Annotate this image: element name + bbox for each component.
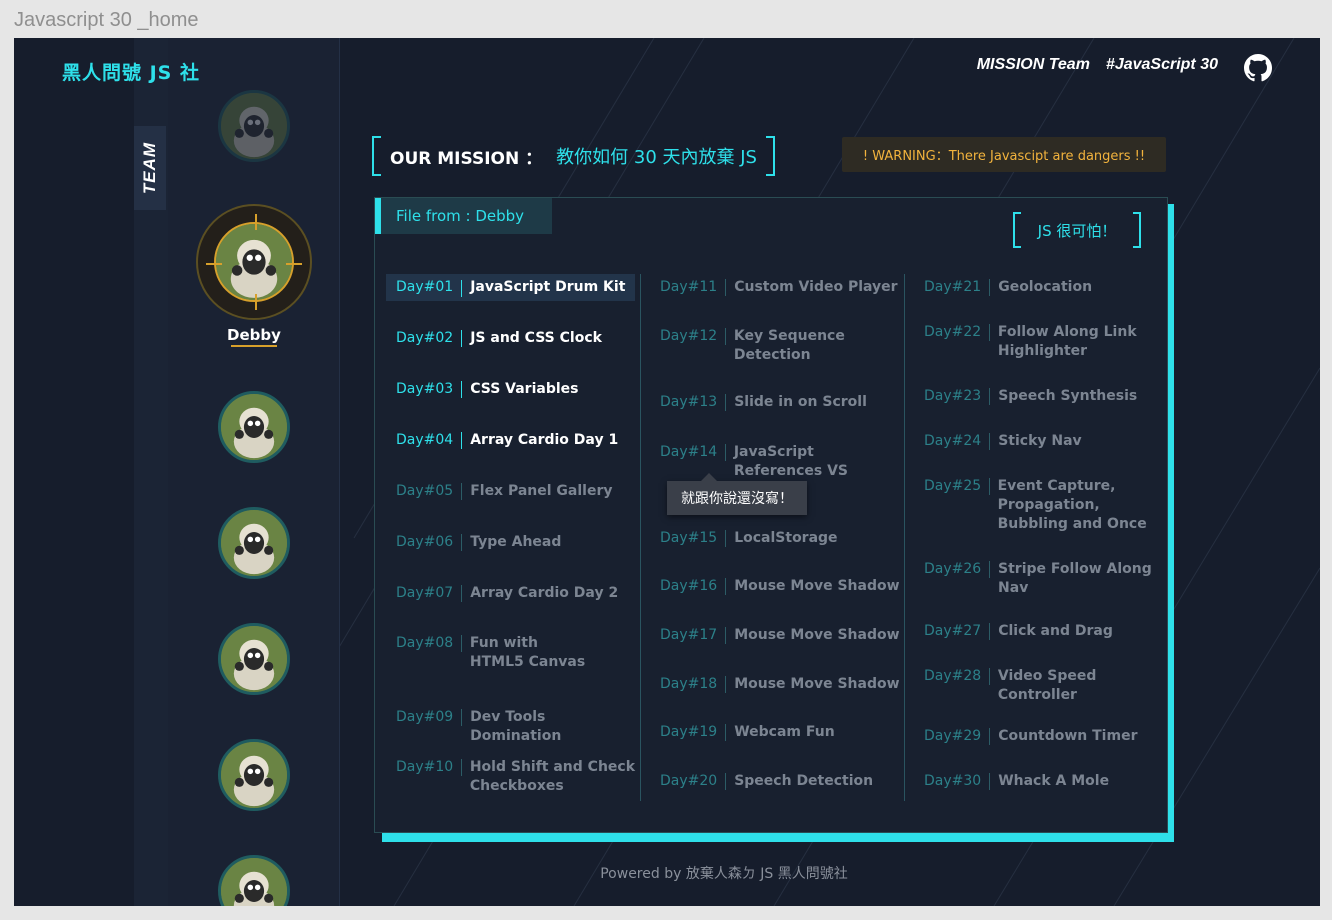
day-item-04[interactable]: Day#04 Array Cardio Day 1	[396, 431, 636, 450]
crosshair-bottom	[255, 294, 257, 310]
warning-badge: ! WARNING：There Javascipt are dangers !!	[842, 137, 1166, 172]
github-icon[interactable]	[1244, 54, 1272, 82]
team-avatar[interactable]	[218, 507, 290, 579]
day-item-16[interactable]: Day#16 Mouse Move Shadow	[660, 577, 900, 596]
day-item-01[interactable]: Day#01 JavaScript Drum Kit	[386, 274, 636, 301]
day-item-22[interactable]: Day#22 Follow Along Link Highlighter	[924, 323, 1154, 361]
day-item-15[interactable]: Day#15 LocalStorage	[660, 529, 900, 548]
js-scary-label: JS 很可怕！	[1013, 212, 1141, 248]
day-item-23[interactable]: Day#23 Speech Synthesis	[924, 387, 1154, 406]
column-divider	[904, 274, 905, 801]
crosshair-top	[255, 214, 257, 230]
days-panel: File from : Debby JS 很可怕！ Day#01 JavaScri…	[374, 197, 1168, 833]
day-item-25[interactable]: Day#25 Event Capture, Propagation, Bubbli…	[924, 477, 1154, 534]
day-item-21[interactable]: Day#21 Geolocation	[924, 278, 1154, 297]
day-item-26[interactable]: Day#26 Stripe Follow Along Nav	[924, 560, 1154, 598]
day-item-28[interactable]: Day#28 Video Speed Controller	[924, 667, 1124, 705]
team-avatar[interactable]	[218, 739, 290, 811]
day-item-20[interactable]: Day#20 Speech Detection	[660, 772, 900, 791]
day-item-14[interactable]: Day#14 JavaScript References VS	[660, 443, 860, 481]
day-item-05[interactable]: Day#05 Flex Panel Gallery	[396, 482, 636, 501]
column-divider	[640, 274, 641, 801]
crosshair-right	[286, 263, 302, 265]
day-item-13[interactable]: Day#13 Slide in on Scroll	[660, 393, 900, 412]
team-avatar[interactable]	[218, 90, 290, 162]
day-item-12[interactable]: Day#12 Key Sequence Detection	[660, 327, 870, 365]
mission-banner: OUR MISSION ： 教你如何 30 天內放棄 JS	[372, 136, 775, 176]
team-tab[interactable]: TEAM	[134, 126, 166, 210]
day-item-07[interactable]: Day#07 Array Cardio Day 2	[396, 584, 636, 603]
day-item-24[interactable]: Day#24 Sticky Nav	[924, 432, 1154, 451]
day-item-02[interactable]: Day#02 JS and CSS Clock	[396, 329, 636, 348]
day-item-27[interactable]: Day#27 Click and Drag	[924, 622, 1154, 641]
day-item-29[interactable]: Day#29 Countdown Timer	[924, 727, 1154, 746]
day-item-09[interactable]: Day#09 Dev Tools Domination	[396, 708, 636, 746]
active-member-underline	[231, 345, 277, 347]
page: 黑人問號 JS 社 MISSION Team #JavaScript 30 TE…	[14, 38, 1320, 906]
not-written-tooltip: 就跟你說還沒寫！	[667, 473, 807, 515]
team-avatar[interactable]	[218, 623, 290, 695]
brand-logo[interactable]: 黑人問號 JS 社	[62, 58, 200, 85]
file-from-tab: File from : Debby	[375, 198, 552, 234]
day-item-08[interactable]: Day#08 Fun with HTML5 Canvas	[396, 634, 596, 672]
active-member-avatar[interactable]	[196, 204, 312, 320]
mission-text: 教你如何 30 天內放棄 JS	[556, 147, 757, 168]
day-item-11[interactable]: Day#11 Custom Video Player	[660, 278, 900, 297]
day-item-06[interactable]: Day#06 Type Ahead	[396, 533, 636, 552]
day-item-10[interactable]: Day#10 Hold Shift and Check Checkboxes	[396, 758, 636, 796]
day-item-19[interactable]: Day#19 Webcam Fun	[660, 723, 900, 742]
day-item-17[interactable]: Day#17 Mouse Move Shadow	[660, 626, 900, 645]
active-member-name[interactable]: Debby	[204, 326, 304, 344]
day-item-03[interactable]: Day#03 CSS Variables	[396, 380, 636, 399]
day-item-18[interactable]: Day#18 Mouse Move Shadow	[660, 675, 900, 694]
mission-label: OUR MISSION ：	[390, 148, 543, 169]
day-item-30[interactable]: Day#30 Whack A Mole	[924, 772, 1154, 791]
frame-title: Javascript 30 _home	[14, 9, 199, 31]
nav-javascript-30[interactable]: #JavaScript 30	[1106, 56, 1218, 74]
team-avatar[interactable]	[218, 391, 290, 463]
nav-mission-team[interactable]: MISSION Team	[977, 56, 1090, 74]
footer-credit: Powered by 放棄人森ㄉ JS 黑人問號社	[600, 866, 848, 882]
crosshair-left	[206, 263, 222, 265]
top-nav: MISSION Team #JavaScript 30	[977, 56, 1218, 74]
